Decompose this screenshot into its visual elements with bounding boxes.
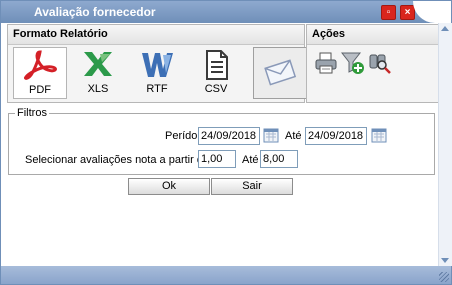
calendar-icon — [371, 128, 387, 143]
title-bar-corner — [413, 1, 451, 23]
search-binoculars-icon — [369, 54, 391, 74]
maximize-icon: ▫ — [386, 7, 391, 18]
xls-button[interactable]: XLS — [72, 47, 124, 97]
email-icon — [264, 59, 297, 86]
filters-legend: Filtros — [17, 107, 47, 119]
document-icon — [206, 50, 228, 80]
close-icon: × — [404, 7, 411, 18]
window-footer — [1, 266, 451, 284]
title-bar[interactable]: Avaliação fornecedor ▫ × — [1, 1, 451, 23]
csv-label: CSV — [204, 83, 228, 95]
format-panel-header: Formato Relatório — [8, 25, 304, 45]
calendar-icon — [263, 128, 279, 143]
search-button[interactable] — [368, 51, 392, 75]
resize-grip-icon[interactable] — [439, 272, 449, 282]
period-label: Perído: — [165, 130, 201, 142]
rtf-label: RTF — [146, 83, 168, 95]
actions-panel: Ações — [306, 24, 439, 103]
period-from-input[interactable] — [198, 127, 260, 145]
rating-from-input[interactable] — [198, 150, 236, 168]
add-filter-button[interactable] — [340, 51, 365, 75]
rtf-button[interactable]: RTF — [131, 47, 183, 97]
window-title: Avaliação fornecedor — [34, 5, 156, 19]
pdf-icon — [24, 50, 57, 80]
report-window: Avaliação fornecedor ▫ × Formato Relatór… — [0, 0, 452, 285]
word-icon — [142, 53, 173, 77]
format-panel: Formato Relatório PDF XLS RTF CSV — [7, 24, 307, 103]
scroll-down-icon[interactable] — [441, 258, 449, 263]
print-button[interactable] — [314, 51, 338, 75]
rating-label: Selecionar avaliações nota a partir de: — [25, 154, 213, 166]
printer-icon — [315, 52, 337, 74]
xls-label: XLS — [87, 83, 109, 95]
pdf-button[interactable]: PDF — [13, 47, 67, 99]
period-to-calendar-button[interactable] — [371, 127, 387, 143]
maximize-button[interactable]: ▫ — [381, 5, 396, 20]
actions-panel-header: Ações — [307, 25, 438, 45]
rating-to-label: Até — [242, 154, 259, 166]
period-to-label: Até — [285, 130, 302, 142]
rating-to-input[interactable] — [260, 150, 298, 168]
csv-button[interactable]: CSV — [190, 47, 242, 97]
period-to-input[interactable] — [305, 127, 367, 145]
exit-button[interactable]: Sair — [211, 178, 293, 195]
excel-icon — [84, 52, 112, 76]
period-from-calendar-button[interactable] — [263, 127, 279, 143]
email-button[interactable] — [253, 47, 307, 99]
close-button[interactable]: × — [400, 5, 415, 20]
pdf-label: PDF — [29, 84, 51, 96]
ok-button[interactable]: Ok — [128, 178, 210, 195]
vertical-scrollbar[interactable] — [438, 23, 452, 266]
scroll-up-icon[interactable] — [441, 26, 449, 31]
filter-add-icon — [340, 52, 364, 74]
